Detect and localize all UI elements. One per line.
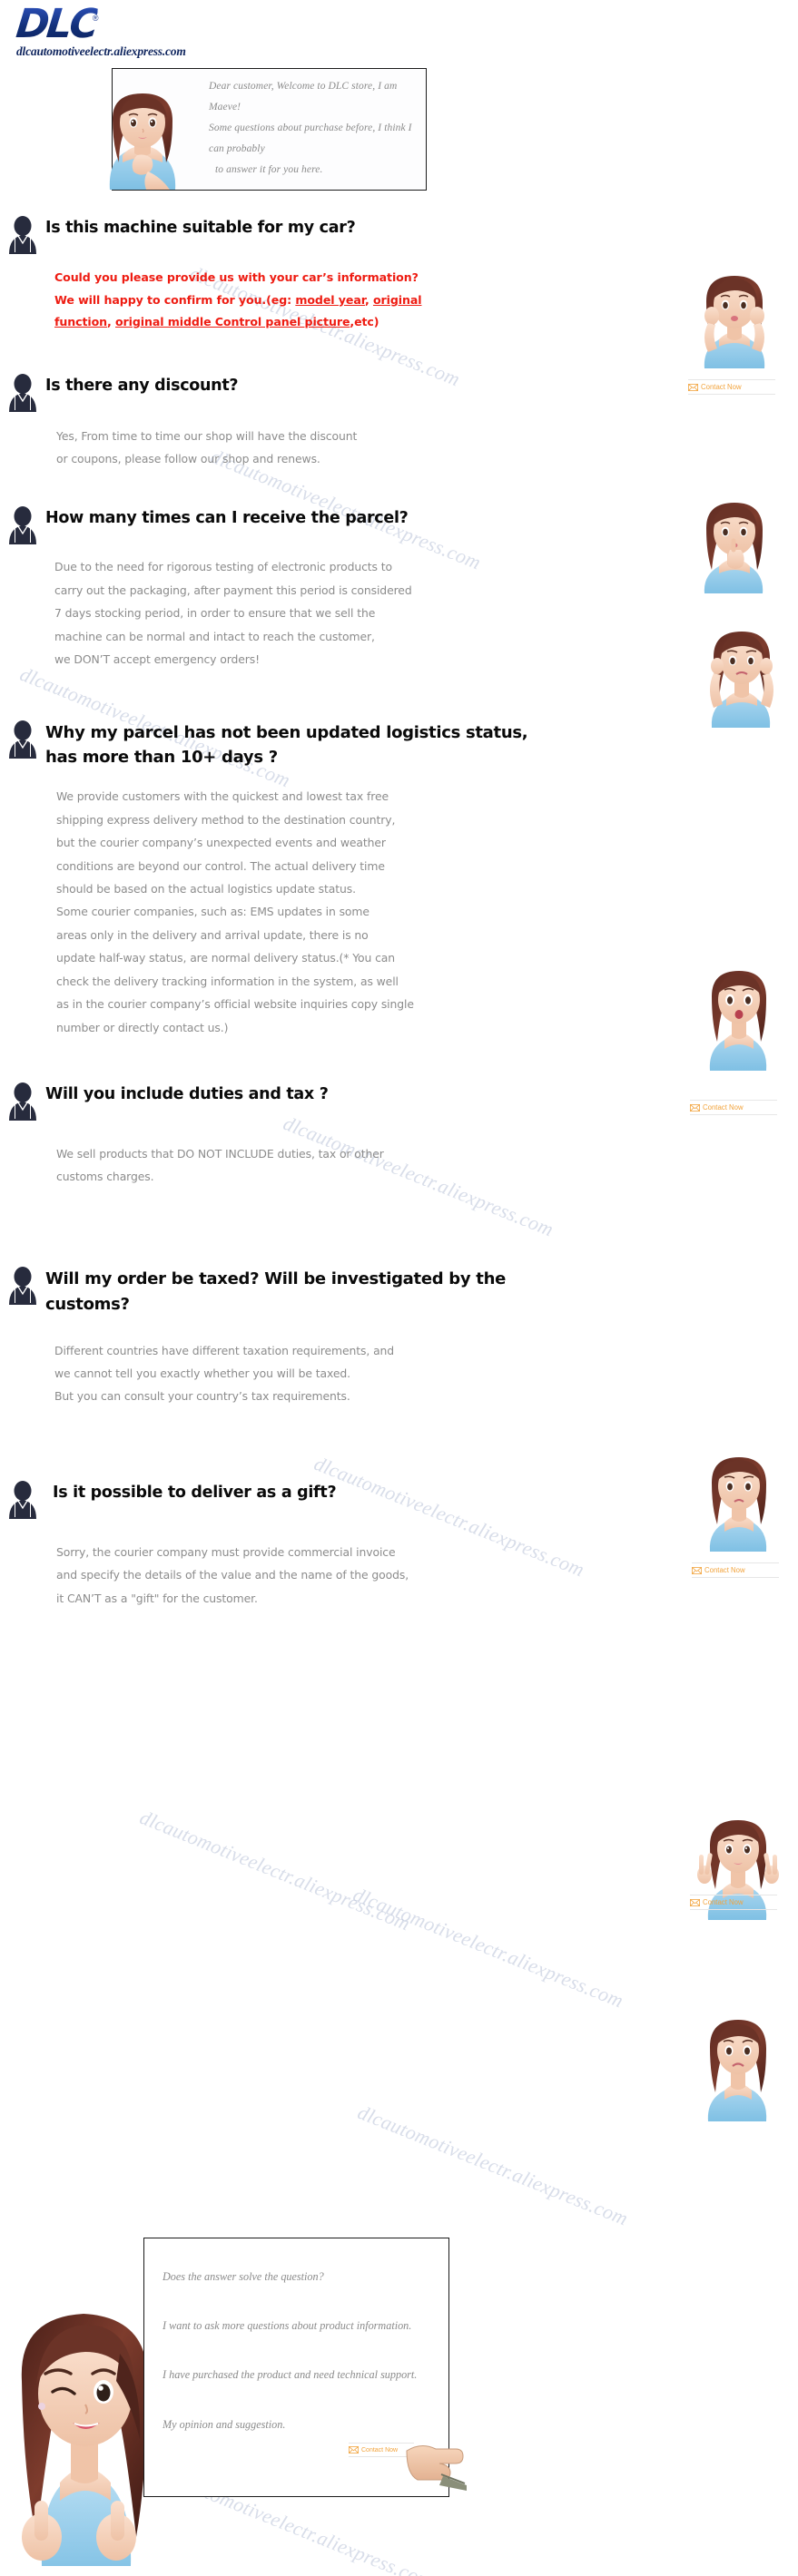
answer-line: carry out the packaging, after payment t… xyxy=(54,583,412,597)
envelope-icon xyxy=(690,1898,700,1906)
contact-now-label: Contact Now xyxy=(703,1898,744,1906)
answer-line: Could you please provide us with your ca… xyxy=(54,270,419,284)
faq-item-0: Is this machine suitable for my car? Cou… xyxy=(0,214,798,334)
footer-line-2: I want to ask more questions about produ… xyxy=(163,2319,412,2333)
question-row: How many times can I receive the parcel? xyxy=(0,504,798,545)
answer-line: Due to the need for rigorous testing of … xyxy=(54,560,392,574)
answer-line: and specify the details of the value and… xyxy=(56,1568,409,1582)
answer-line: Yes, From time to time our shop will hav… xyxy=(56,428,358,443)
answer-line: we cannot tell you exactly whether you w… xyxy=(54,1366,350,1381)
faq-item-1: Is there any discount? Yes, From time to… xyxy=(0,372,798,471)
answer-line: number or directly contact us.) xyxy=(56,1020,229,1034)
question-text: How many times can I receive the parcel? xyxy=(45,509,409,528)
answer-line: conditions are beyond our control. The a… xyxy=(56,858,385,873)
answer-line: 7 days stocking period, in order to ensu… xyxy=(54,606,376,621)
faq-item-5: Will my order be taxed? Will be investig… xyxy=(0,1265,798,1408)
answer-text: Different countries have different taxat… xyxy=(54,1339,508,1408)
answer-line: areas only in the delivery and arrival u… xyxy=(56,927,369,942)
answer-line: Some courier companies, such as: EMS upd… xyxy=(56,905,369,919)
answer-line: Different countries have different taxat… xyxy=(54,1343,395,1357)
answer-line: We provide customers with the quickest a… xyxy=(56,789,389,804)
answer-line: it CAN’T as a "gift" for the customer. xyxy=(56,1591,258,1605)
question-text: Is there any discount? xyxy=(45,376,239,395)
intro-line-2: Some questions about purchase before, I … xyxy=(209,122,412,154)
person-icon xyxy=(9,720,36,759)
answer-line: should be based on the actual logistics … xyxy=(56,882,356,896)
intro-line-3: to answer it for you here. xyxy=(215,164,323,175)
person-icon xyxy=(9,1480,36,1519)
intro-panel: Dear customer, Welcome to DLC store, I a… xyxy=(109,68,427,191)
person-icon xyxy=(9,506,36,545)
logo-text: DLC xyxy=(14,1,99,47)
footer-line-1: Does the answer solve the question? xyxy=(163,2270,324,2283)
person-icon xyxy=(9,216,36,254)
question-row: Is it possible to deliver as a gift? xyxy=(0,1479,798,1519)
question-text: Is it possible to deliver as a gift? xyxy=(53,1483,337,1502)
pointing-hand-icon xyxy=(406,2445,467,2491)
answer-line: machine can be normal and intact to reac… xyxy=(54,629,375,643)
question-text: Will you include duties and tax ? xyxy=(45,1085,329,1104)
answer-line: but the courier company’s unexpected eve… xyxy=(56,836,386,850)
answer-line: update half-way status, are normal deliv… xyxy=(56,951,396,965)
watermark-text: dlcautomotiveelectr.aliexpress.com xyxy=(136,1806,414,1935)
answer-line: check the delivery tracking information … xyxy=(56,974,399,988)
footer-line-3: I have purchased the product and need te… xyxy=(163,2368,418,2382)
page-header: DLC® dlcautomotiveelectr.aliexpress.com xyxy=(0,0,798,59)
brand-logo: DLC® xyxy=(14,1,798,47)
question-row: Is there any discount? xyxy=(0,372,798,412)
footer-line-4: My opinion and suggestion. xyxy=(163,2417,286,2431)
faq-item-4: Will you include duties and tax ? We sel… xyxy=(0,1081,798,1189)
question-row: Why my parcel has not been updated logis… xyxy=(0,719,798,771)
watermark-text: dlcautomotiveelectr.aliexpress.com xyxy=(354,2101,632,2230)
question-row: Will my order be taxed? Will be investig… xyxy=(0,1265,798,1317)
answer-line: shipping express delivery method to the … xyxy=(56,812,396,827)
contact-now-button[interactable]: Contact Now xyxy=(690,1895,777,1910)
answer-text: We sell products that DO NOT INCLUDE dut… xyxy=(56,1142,510,1189)
question-row: Will you include duties and tax ? xyxy=(0,1081,798,1121)
avatar-maeve-upset xyxy=(707,2020,767,2121)
answer-line: But you can consult your country’s tax r… xyxy=(54,1389,350,1404)
store-url: dlcautomotiveelectr.aliexpress.com xyxy=(16,44,186,58)
faq-item-6: Is it possible to deliver as a gift? Sor… xyxy=(0,1479,798,1610)
answer-line: or coupons, please follow our shop and r… xyxy=(56,452,320,466)
person-icon xyxy=(9,1082,36,1121)
envelope-icon xyxy=(349,2446,359,2454)
person-icon xyxy=(9,373,36,412)
avatar-maeve-intro xyxy=(109,93,176,190)
answer-line: Sorry, the courier company must provide … xyxy=(56,1544,396,1559)
watermark-text: dlcautomotiveelectr.aliexpress.com xyxy=(350,1883,627,2013)
answer-text: Due to the need for rigorous testing of … xyxy=(54,555,527,671)
person-icon xyxy=(9,1266,36,1305)
answer-line: function, original middle Control panel … xyxy=(54,315,379,329)
answer-line: as in the courier company’s official web… xyxy=(56,997,414,1012)
answer-line: we DON’T accept emergency orders! xyxy=(54,652,260,667)
answer-text: We provide customers with the quickest a… xyxy=(56,785,519,1039)
intro-line-1: Dear customer, Welcome to DLC store, I a… xyxy=(209,81,398,113)
question-text: Is this machine suitable for my car? xyxy=(45,219,356,237)
answer-text: Yes, From time to time our shop will hav… xyxy=(56,425,474,471)
question-row: Is this machine suitable for my car? xyxy=(0,214,798,254)
faq-item-3: Why my parcel has not been updated logis… xyxy=(0,719,798,1039)
contact-now-label: Contact Now xyxy=(361,2446,399,2454)
avatar-maeve-thumbs-up xyxy=(21,2314,148,2566)
answer-text: Could you please provide us with your ca… xyxy=(54,267,436,334)
question-text: Will my order be taxed? Will be investig… xyxy=(45,1268,506,1314)
answer-line: We will happy to confirm for you.(eg: mo… xyxy=(54,292,422,307)
footer-question-panel: Does the answer solve the question? I wa… xyxy=(143,2238,467,2497)
registered-trademark-icon: ® xyxy=(92,14,99,23)
answer-line: customs charges. xyxy=(56,1170,154,1184)
answer-line: We sell products that DO NOT INCLUDE dut… xyxy=(56,1147,384,1161)
answer-text: Sorry, the courier company must provide … xyxy=(56,1541,528,1610)
question-text: Why my parcel has not been updated logis… xyxy=(45,722,528,768)
faq-item-2: How many times can I receive the parcel?… xyxy=(0,504,798,671)
